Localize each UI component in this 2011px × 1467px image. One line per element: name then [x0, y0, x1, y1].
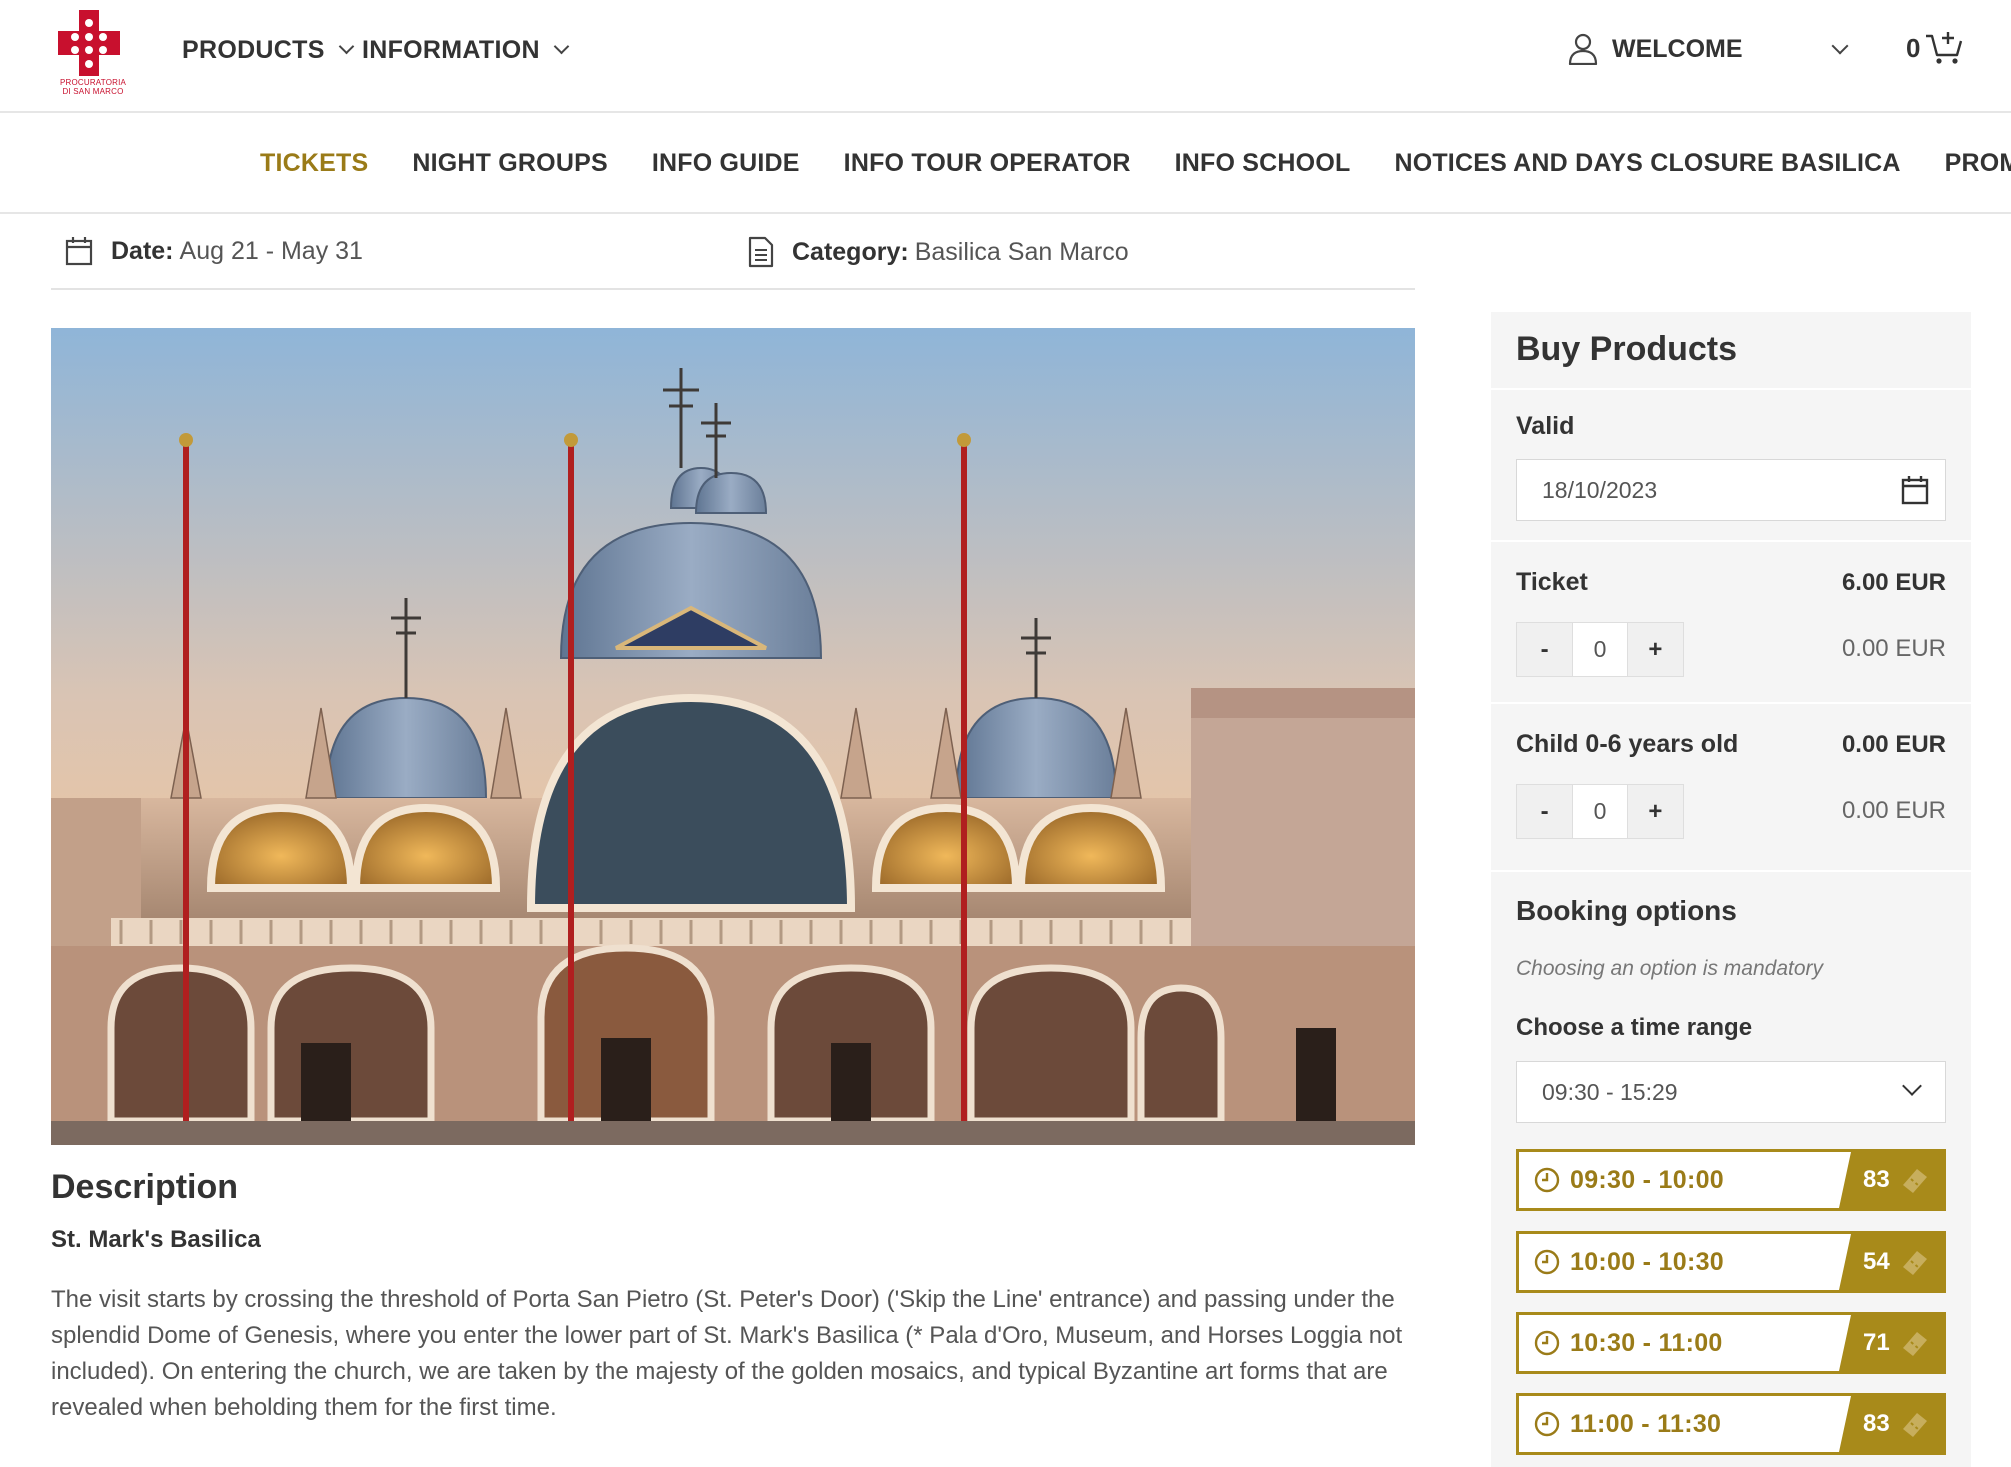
- product-info-row: Date: Aug 21 - May 31 Category: Basilica…: [51, 214, 1415, 290]
- date-label: Date:: [111, 236, 174, 265]
- calendar-icon[interactable]: [1901, 475, 1929, 505]
- category-info: Category: Basilica San Marco: [748, 236, 1129, 268]
- subnav-notices-closure[interactable]: NOTICES AND DAYS CLOSURE BASILICA: [1394, 149, 1900, 178]
- ticket-icon: [1903, 1413, 1927, 1437]
- date-info: Date: Aug 21 - May 31: [65, 236, 363, 266]
- tickets-subnav: TICKETS NIGHT GROUPS INFO GUIDE INFO TOU…: [0, 113, 2011, 214]
- child-quantity-stepper: - 0 +: [1516, 784, 1684, 839]
- user-icon: [1568, 33, 1598, 65]
- subnav-info-school[interactable]: INFO SCHOOL: [1175, 149, 1351, 178]
- time-slot-label: 09:30 - 10:00: [1570, 1166, 1724, 1194]
- ticket-increment-button[interactable]: +: [1627, 623, 1683, 676]
- availability-count: 54: [1863, 1248, 1890, 1275]
- panel-header: Buy Products: [1491, 312, 1971, 390]
- child-price: 0.00 EUR: [1841, 731, 1946, 758]
- ticket-price: 6.00 EUR: [1841, 569, 1946, 596]
- time-range-select[interactable]: 09:30 - 15:29: [1516, 1061, 1946, 1123]
- valid-date-value: 18/10/2023: [1542, 477, 1658, 503]
- subnav-tickets[interactable]: TICKETS: [260, 149, 368, 178]
- ticket-decrement-button[interactable]: -: [1517, 623, 1573, 676]
- description-subtitle: St. Mark's Basilica: [51, 1226, 261, 1253]
- child-quantity-input[interactable]: 0: [1572, 785, 1628, 838]
- clock-icon: [1534, 1249, 1560, 1275]
- chevron-down-icon: [338, 38, 354, 55]
- buy-products-panel: Buy Products Valid 18/10/2023 Ticket 6.0…: [1491, 312, 1971, 1467]
- ticket-label: Ticket: [1516, 568, 1588, 596]
- subnav-info-tour-operator[interactable]: INFO TOUR OPERATOR: [844, 149, 1131, 178]
- nav-information[interactable]: INFORMATION: [362, 36, 570, 65]
- divider: [1491, 870, 1971, 872]
- basilica-image: [51, 328, 1415, 1145]
- description-title: Description: [51, 1168, 239, 1206]
- time-slot-option[interactable]: 09:30 - 10:00 83: [1516, 1149, 1946, 1211]
- welcome-label: WELCOME: [1612, 34, 1743, 63]
- category-label: Category:: [792, 237, 909, 266]
- time-slot-label: 11:00 - 11:30: [1570, 1410, 1722, 1438]
- ticket-quantity-input[interactable]: 0: [1572, 623, 1628, 676]
- clock-icon: [1534, 1330, 1560, 1356]
- ticket-icon: [1903, 1251, 1927, 1275]
- subnav-night-groups[interactable]: NIGHT GROUPS: [412, 149, 607, 178]
- availability-badge: 71: [1839, 1315, 1943, 1371]
- cart-button[interactable]: 0: [1906, 30, 1964, 66]
- availability-badge: 83: [1839, 1152, 1943, 1208]
- valid-date-field[interactable]: 18/10/2023: [1516, 459, 1946, 521]
- panel-title: Buy Products: [1516, 330, 1738, 368]
- time-slot-label: 10:30 - 11:00: [1570, 1329, 1723, 1357]
- subnav-info-guide[interactable]: INFO GUIDE: [652, 149, 800, 178]
- time-slot-option[interactable]: 10:30 - 11:00 71: [1516, 1312, 1946, 1374]
- ticket-subtotal: 0.00 EUR: [1841, 635, 1946, 662]
- cart-icon: [1926, 32, 1963, 64]
- subnav-promo[interactable]: PROMO: [1945, 149, 2011, 178]
- cart-count: 0: [1906, 32, 1921, 63]
- calendar-icon: [65, 237, 93, 266]
- procuratoria-logo[interactable]: PROCURATORIA DI SAN MARCO: [58, 10, 128, 102]
- valid-label: Valid: [1516, 412, 1575, 440]
- clock-icon: [1534, 1411, 1560, 1437]
- availability-count: 83: [1863, 1410, 1890, 1437]
- time-range-label: Choose a time range: [1516, 1014, 1753, 1041]
- logo-cross-icon: [58, 10, 120, 76]
- child-label: Child 0-6 years old: [1516, 730, 1739, 758]
- logo-text: PROCURATORIA DI SAN MARCO: [59, 78, 127, 96]
- nav-products[interactable]: PRODUCTS: [182, 36, 354, 65]
- date-value: Aug 21 - May 31: [179, 236, 363, 265]
- time-slot-option[interactable]: 11:00 - 11:30 83: [1516, 1393, 1946, 1455]
- description-body: The visit starts by crossing the thresho…: [51, 1286, 1403, 1421]
- ticket-icon: [1903, 1332, 1927, 1356]
- top-header: PROCURATORIA DI SAN MARCO PRODUCTS INFOR…: [0, 0, 2011, 113]
- nav-products-label: PRODUCTS: [182, 36, 325, 64]
- availability-badge: 54: [1839, 1234, 1943, 1290]
- ticket-icon: [1903, 1169, 1927, 1193]
- chevron-down-icon[interactable]: [1831, 37, 1849, 55]
- document-icon: [748, 236, 774, 268]
- chevron-down-icon: [553, 38, 570, 55]
- availability-count: 83: [1863, 1166, 1890, 1193]
- ticket-quantity-stepper: - 0 +: [1516, 622, 1684, 677]
- category-value: Basilica San Marco: [914, 237, 1129, 266]
- nav-information-label: INFORMATION: [362, 36, 540, 64]
- divider: [1491, 702, 1971, 704]
- clock-icon: [1534, 1167, 1560, 1193]
- time-range-selected: 09:30 - 15:29: [1542, 1079, 1678, 1105]
- availability-count: 71: [1863, 1329, 1890, 1356]
- chevron-down-icon: [1902, 1076, 1922, 1096]
- child-decrement-button[interactable]: -: [1517, 785, 1573, 838]
- booking-hint: Choosing an option is mandatory: [1516, 957, 1824, 980]
- welcome-menu[interactable]: WELCOME: [1568, 33, 1743, 65]
- child-increment-button[interactable]: +: [1627, 785, 1683, 838]
- availability-badge: 83: [1839, 1396, 1943, 1452]
- booking-options-title: Booking options: [1516, 895, 1737, 926]
- child-subtotal: 0.00 EUR: [1841, 797, 1946, 824]
- time-slot-label: 10:00 - 10:30: [1570, 1248, 1724, 1276]
- divider: [1491, 540, 1971, 542]
- time-slot-option[interactable]: 10:00 - 10:30 54: [1516, 1231, 1946, 1293]
